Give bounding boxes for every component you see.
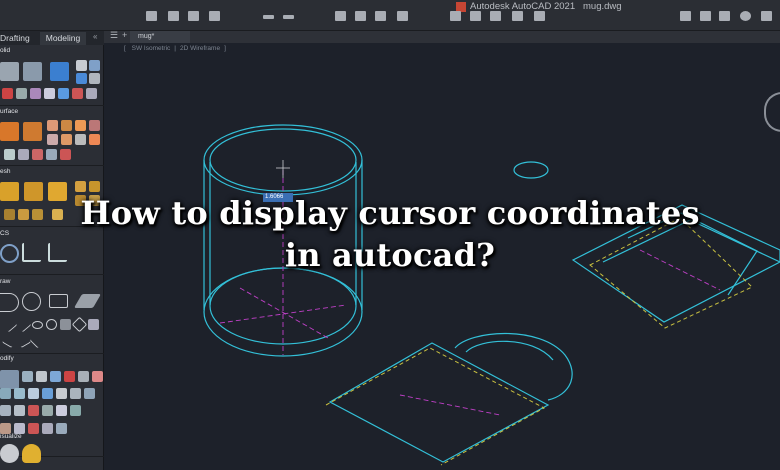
- headline-line-2: in autocad?: [284, 236, 496, 274]
- headline-line-1: How to display cursor coordinates: [80, 194, 700, 232]
- article-headline: How to display cursor coordinates in aut…: [0, 192, 780, 276]
- hidden-edge-box: [325, 347, 546, 466]
